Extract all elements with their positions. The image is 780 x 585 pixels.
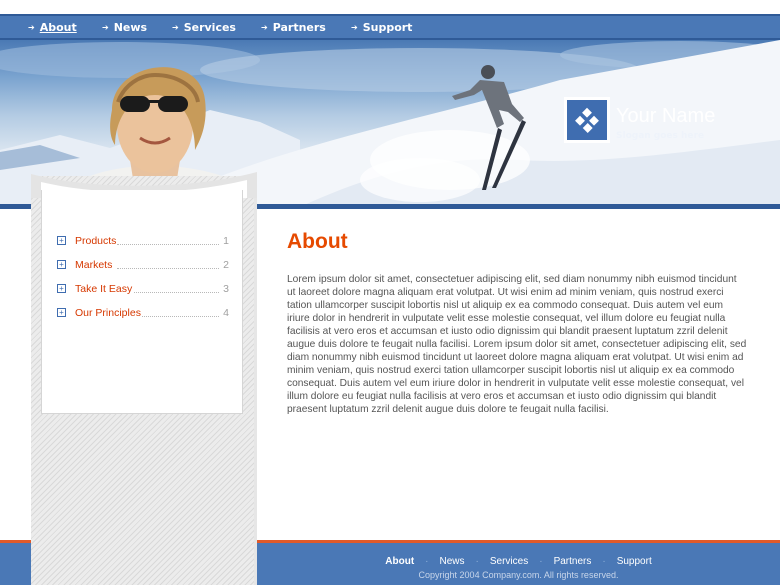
- sidebar-item-products[interactable]: + Products 1: [57, 235, 229, 259]
- footer-separator: ·: [425, 556, 429, 567]
- plus-box-icon: +: [57, 308, 66, 317]
- brand-name: Your Name: [616, 105, 716, 127]
- page: ➔ About ➔ News ➔ Services ➔ Partners ➔ Suppor…: [0, 0, 780, 585]
- nav-item-about[interactable]: ➔ About: [28, 21, 77, 34]
- footer-links: About · News · Services · Partners · Support: [257, 556, 780, 567]
- arrow-icon: ➔: [172, 23, 179, 32]
- footer-link-news[interactable]: News: [440, 556, 465, 567]
- footer-separator: ·: [602, 556, 606, 567]
- footer-separator: ·: [539, 556, 543, 567]
- footer-link-about[interactable]: About: [385, 556, 414, 567]
- logo-icon: [564, 97, 610, 143]
- sidebar-item-take-it-easy[interactable]: + Take It Easy 3: [57, 283, 229, 307]
- arrow-icon: ➔: [102, 23, 109, 32]
- nav-item-news[interactable]: ➔ News: [102, 21, 147, 34]
- footer-separator: ·: [475, 556, 479, 567]
- sidebar-item-our-principles[interactable]: + Our Principles 4: [57, 307, 229, 331]
- plus-box-icon: +: [57, 236, 66, 245]
- footer-link-partners[interactable]: Partners: [554, 556, 592, 567]
- footer: About · News · Services · Partners · Support Cop…: [257, 540, 780, 585]
- footer-link-services[interactable]: Services: [490, 556, 528, 567]
- nav-item-partners[interactable]: ➔ Partners: [261, 21, 326, 34]
- body-text: Lorem ipsum dolor sit amet, consectetuer…: [287, 274, 747, 415]
- arrow-icon: ➔: [28, 23, 35, 32]
- dot-leader: [117, 268, 219, 269]
- nav-item-support[interactable]: ➔ Support: [351, 21, 412, 34]
- sidebar-menu: + Products 1 + Markets 2 + Take It Easy …: [57, 235, 229, 331]
- arrow-icon: ➔: [351, 23, 358, 32]
- arrow-icon: ➔: [261, 23, 268, 32]
- dot-leader: [117, 244, 219, 245]
- footer-left-strip: [0, 540, 31, 585]
- sidebar-item-markets[interactable]: + Markets 2: [57, 259, 229, 283]
- footer-link-support[interactable]: Support: [617, 556, 652, 567]
- nav-item-services[interactable]: ➔ Services: [172, 21, 236, 34]
- page-title: About: [287, 230, 348, 253]
- top-nav: ➔ About ➔ News ➔ Services ➔ Partners ➔ Suppor…: [0, 14, 780, 40]
- brand-slogan: Slogan goes here: [616, 131, 705, 141]
- plus-box-icon: +: [57, 260, 66, 269]
- plus-box-icon: +: [57, 284, 66, 293]
- copyright: Copyright 2004 Company.com. All rights r…: [418, 570, 619, 580]
